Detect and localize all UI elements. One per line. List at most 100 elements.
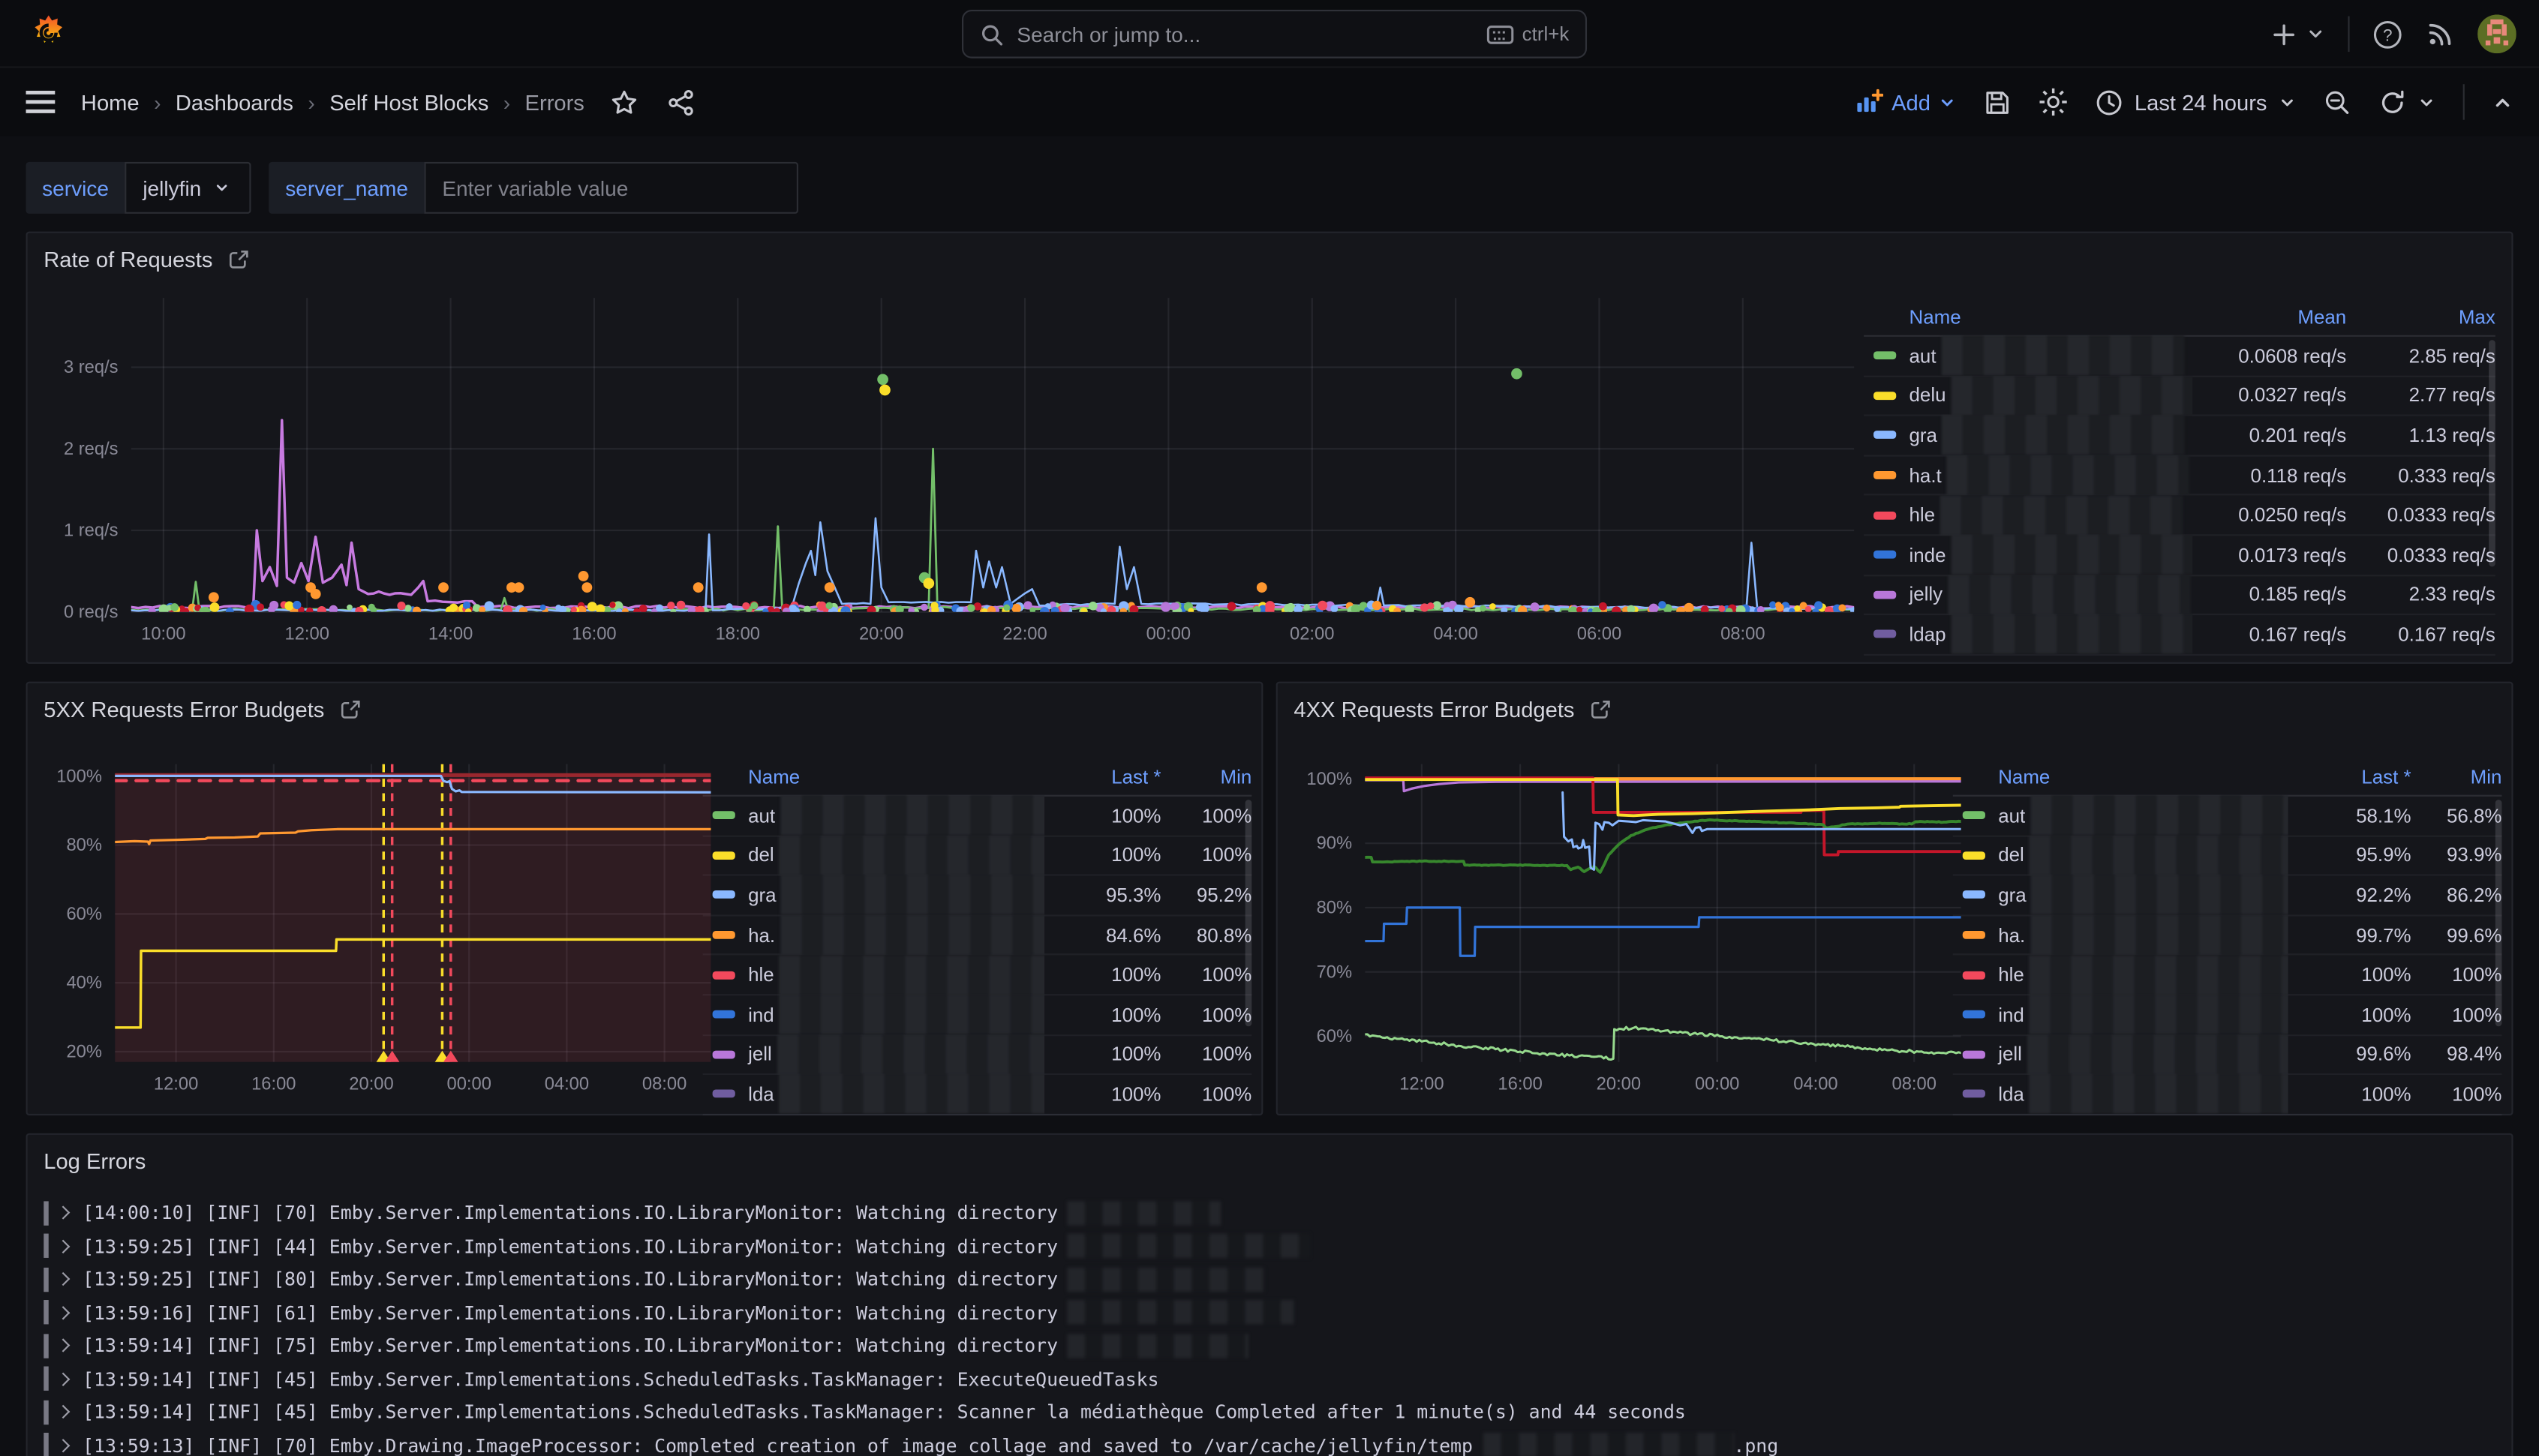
series-color-pill xyxy=(713,812,735,820)
svg-text:2 req/s: 2 req/s xyxy=(64,440,119,459)
svg-text:22:00: 22:00 xyxy=(1002,624,1047,644)
legend-row[interactable]: aut0.0608 req/s2.85 req/s xyxy=(1864,337,2495,377)
save-dashboard-button[interactable] xyxy=(1984,89,2012,116)
legend-col-name[interactable]: Name xyxy=(1910,305,2193,328)
legend-row[interactable]: gra95.3%95.2% xyxy=(703,876,1252,916)
log-row[interactable]: [13:59:25] [INF] [80] Emby.Server.Implem… xyxy=(44,1262,2495,1295)
legend-row[interactable]: ha.99.7%99.6% xyxy=(1953,916,2502,956)
expand-chevron-icon[interactable] xyxy=(56,1405,70,1418)
external-link-icon[interactable] xyxy=(341,699,362,720)
expand-chevron-icon[interactable] xyxy=(56,1272,70,1286)
legend-row[interactable]: gra92.2%86.2% xyxy=(1953,876,2502,916)
legend-row[interactable]: ind100%100% xyxy=(703,995,1252,1035)
log-row[interactable]: [13:59:14] [INF] [45] Emby.Server.Implem… xyxy=(44,1395,2495,1428)
legend-row[interactable]: delu0.0327 req/s2.77 req/s xyxy=(1864,377,2495,416)
series-color-pill xyxy=(1873,471,1896,479)
time-range-picker[interactable]: Last 24 hours xyxy=(2096,89,2296,116)
legend-row[interactable]: ha.84.6%80.8% xyxy=(703,916,1252,956)
legend-value: 0.167 req/s xyxy=(2346,623,2495,646)
expand-chevron-icon[interactable] xyxy=(56,1239,70,1253)
expand-chevron-icon[interactable] xyxy=(56,1372,70,1385)
series-name: hle xyxy=(1910,504,1936,527)
legend-row[interactable]: del100%100% xyxy=(703,836,1252,876)
legend-scrollbar[interactable] xyxy=(2489,340,2495,566)
dashboard-settings-button[interactable] xyxy=(2039,88,2069,117)
legend-row[interactable]: hle100%100% xyxy=(1953,956,2502,995)
grafana-logo-icon[interactable] xyxy=(29,14,68,53)
legend-value: 99.6% xyxy=(2288,1043,2411,1066)
legend-row[interactable]: ind100%100% xyxy=(1953,995,2502,1035)
breadcrumb-item-self-host-blocks[interactable]: Self Host Blocks xyxy=(329,90,488,114)
legend-col-value[interactable]: Last * xyxy=(1044,765,1161,788)
external-link-icon[interactable] xyxy=(229,249,250,270)
help-button[interactable]: ? xyxy=(2372,19,2403,50)
news-button[interactable] xyxy=(2426,20,2455,49)
share-button[interactable] xyxy=(667,89,695,116)
legend-row[interactable]: aut58.1%56.8% xyxy=(1953,797,2502,836)
legend-scrollbar[interactable] xyxy=(2495,800,2502,1026)
legend-col-min-max[interactable]: Min xyxy=(2411,765,2502,788)
legend-col-min-max[interactable]: Min xyxy=(1161,765,1251,788)
expand-chevron-icon[interactable] xyxy=(56,1439,70,1452)
legend-row[interactable]: gra0.201 req/s1.13 req/s xyxy=(1864,416,2495,456)
legend-col-value[interactable]: Last * xyxy=(2288,765,2411,788)
expand-chevron-icon[interactable] xyxy=(56,1339,70,1352)
new-button[interactable] xyxy=(2272,22,2325,46)
legend-value: 58.1% xyxy=(2288,804,2411,827)
series-name: lda xyxy=(1998,1083,2024,1106)
search-shortcut-label: ctrl+k xyxy=(1522,23,1570,45)
legend-value: 99.7% xyxy=(2288,923,2411,946)
legend-row[interactable]: jelly0.185 req/s2.33 req/s xyxy=(1864,575,2495,615)
legend-col-value[interactable]: Mean xyxy=(2192,305,2346,328)
redacted-name xyxy=(2030,795,2288,836)
log-row[interactable]: [13:59:14] [INF] [75] Emby.Server.Implem… xyxy=(44,1329,2495,1362)
log-row[interactable]: [13:59:13] [INF] [70] Emby.Drawing.Image… xyxy=(44,1429,2495,1456)
chevron-down-icon xyxy=(2306,24,2325,44)
external-link-icon[interactable] xyxy=(1591,699,1612,720)
log-row[interactable]: [13:59:25] [INF] [44] Emby.Server.Implem… xyxy=(44,1229,2495,1262)
add-label: Add xyxy=(1891,90,1931,114)
search-input[interactable]: Search or jump to... ctrl+k xyxy=(962,10,1587,59)
mega-menu-button[interactable] xyxy=(26,91,56,113)
legend-col-name[interactable]: Name xyxy=(1998,765,2288,788)
series-color-pill xyxy=(713,1050,735,1058)
favorite-button[interactable] xyxy=(610,89,638,116)
add-panel-button[interactable]: Add xyxy=(1856,89,1957,116)
rate-chart[interactable]: 0 req/s1 req/s2 req/s3 req/s10:0012:0014… xyxy=(44,288,1867,654)
legend-row[interactable]: jell99.6%98.4% xyxy=(1953,1035,2502,1075)
legend-row[interactable]: hle100%100% xyxy=(703,956,1252,995)
log-row[interactable]: [13:59:14] [INF] [45] Emby.Server.Implem… xyxy=(44,1362,2495,1395)
svg-text:08:00: 08:00 xyxy=(1892,1074,1937,1094)
4xx-chart[interactable]: 60%70%80%90%100%12:0016:0020:0000:0004:0… xyxy=(1291,755,1970,1104)
log-row[interactable]: [13:59:16] [INF] [61] Emby.Server.Implem… xyxy=(44,1296,2495,1329)
legend-row[interactable]: del95.9%93.9% xyxy=(1953,836,2502,876)
legend-col-name[interactable]: Name xyxy=(748,765,1044,788)
zoom-out-time-button[interactable] xyxy=(2324,89,2351,116)
legend-value: 100% xyxy=(1161,1083,1251,1106)
legend-row[interactable]: ldap0.167 req/s0.167 req/s xyxy=(1864,615,2495,655)
kiosk-mode-button[interactable] xyxy=(2492,92,2513,113)
expand-chevron-icon[interactable] xyxy=(56,1206,70,1220)
redacted-name xyxy=(779,955,1044,995)
legend-row[interactable]: hle0.0250 req/s0.0333 req/s xyxy=(1864,496,2495,536)
legend-row[interactable]: jell100%100% xyxy=(703,1035,1252,1075)
panel-title[interactable]: Log Errors xyxy=(44,1149,146,1173)
legend-row[interactable]: aut100%100% xyxy=(703,797,1252,836)
panel-title[interactable]: 4XX Requests Error Budgets xyxy=(1294,698,1574,722)
panel-title[interactable]: 5XX Requests Error Budgets xyxy=(44,698,324,722)
breadcrumb-item-dashboards[interactable]: Dashboards xyxy=(176,90,293,114)
legend-row[interactable]: inde0.0173 req/s0.0333 req/s xyxy=(1864,536,2495,575)
breadcrumb-item-home[interactable]: Home xyxy=(81,90,140,114)
redacted-name xyxy=(1941,335,2184,376)
panel-title[interactable]: Rate of Requests xyxy=(44,248,212,272)
legend-scrollbar[interactable] xyxy=(1245,800,1252,1026)
expand-chevron-icon[interactable] xyxy=(56,1306,70,1319)
5xx-chart[interactable]: 20%40%60%80%100%12:0016:0020:0000:0004:0… xyxy=(41,755,720,1104)
refresh-button[interactable] xyxy=(2378,89,2435,116)
legend-col-min-max[interactable]: Max xyxy=(2346,305,2495,328)
legend-row[interactable]: lda100%100% xyxy=(703,1075,1252,1115)
legend-row[interactable]: lda100%100% xyxy=(1953,1075,2502,1115)
avatar[interactable] xyxy=(2477,14,2516,53)
legend-row[interactable]: ha.t0.118 req/s0.333 req/s xyxy=(1864,456,2495,496)
log-row[interactable]: [14:00:10] [INF] [70] Emby.Server.Implem… xyxy=(44,1196,2495,1229)
